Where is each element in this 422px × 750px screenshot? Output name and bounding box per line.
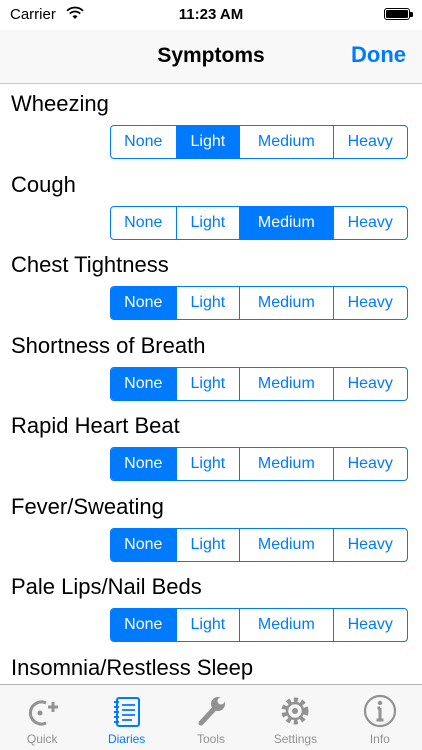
wrench-icon: [198, 697, 226, 726]
severity-option-none[interactable]: None: [111, 287, 176, 319]
severity-option-medium[interactable]: Medium: [239, 609, 332, 641]
severity-segmented-control[interactable]: None Light Medium Heavy: [110, 608, 408, 642]
severity-option-light[interactable]: Light: [175, 448, 240, 480]
severity-option-medium[interactable]: Medium: [239, 528, 332, 561]
tab-info[interactable]: Info: [338, 685, 422, 750]
tab-bar: Quick Diaries Tools Settings Info: [0, 684, 422, 750]
severity-option-heavy[interactable]: Heavy: [332, 448, 407, 480]
symptom-list[interactable]: Wheezing None Light Medium Heavy Cough None Lig…: [0, 84, 422, 684]
symptom-row: Chest Tightness None Light Medium Heavy: [0, 245, 422, 326]
severity-option-medium[interactable]: Medium: [239, 448, 332, 480]
severity-segmented-control[interactable]: None Light Medium Heavy: [110, 125, 408, 159]
tab-label: Settings: [273, 732, 318, 746]
symptom-label: Chest Tightness: [11, 252, 169, 277]
severity-option-none[interactable]: None: [111, 609, 176, 641]
severity-option-light[interactable]: Light: [175, 206, 240, 239]
severity-segmented-control[interactable]: None Light Medium Heavy: [110, 447, 408, 481]
gear-icon: [281, 697, 309, 725]
severity-option-heavy[interactable]: Heavy: [332, 528, 407, 561]
symptom-row: Wheezing None Light Medium Heavy: [0, 84, 422, 165]
tab-label: Diaries: [107, 732, 146, 746]
tab-settings[interactable]: Settings: [253, 685, 337, 750]
severity-option-heavy[interactable]: Heavy: [332, 609, 407, 641]
done-button[interactable]: Done: [351, 42, 406, 68]
tab-diaries[interactable]: Diaries: [84, 685, 168, 750]
severity-segmented-control[interactable]: None Light Medium Heavy: [110, 527, 408, 562]
severity-segmented-control[interactable]: None Light Medium Heavy: [110, 366, 408, 401]
tab-label: Tools: [197, 732, 226, 746]
severity-option-light[interactable]: Light: [175, 609, 240, 641]
severity-option-light[interactable]: Light: [175, 287, 240, 319]
severity-segmented-control[interactable]: None Light Medium Heavy: [110, 205, 408, 240]
severity-option-heavy[interactable]: Heavy: [332, 287, 407, 319]
severity-option-heavy[interactable]: Heavy: [332, 126, 407, 158]
severity-option-none[interactable]: None: [111, 126, 176, 158]
diary-notebook-icon: [113, 697, 140, 727]
severity-option-none[interactable]: None: [111, 367, 176, 400]
severity-option-medium[interactable]: Medium: [239, 206, 333, 239]
severity-option-none[interactable]: None: [111, 448, 176, 480]
severity-segmented-control[interactable]: None Light Medium Heavy: [110, 286, 408, 320]
severity-option-heavy[interactable]: Heavy: [332, 206, 407, 239]
symptom-label: Wheezing: [11, 91, 109, 116]
severity-option-light[interactable]: Light: [175, 126, 240, 158]
navigation-bar: Symptoms Done: [0, 30, 422, 84]
symptom-row: Pale Lips/Nail Beds None Light Medium Heavy: [0, 567, 422, 648]
symptom-row: Cough None Light Medium Heavy: [0, 165, 422, 246]
symptom-label: Fever/Sweating: [11, 493, 164, 519]
severity-option-medium[interactable]: Medium: [239, 367, 332, 400]
severity-option-none[interactable]: None: [111, 207, 176, 239]
severity-option-light[interactable]: Light: [175, 528, 240, 561]
symptom-row: Rapid Heart Beat None Light Medium Heavy: [0, 406, 422, 487]
symptom-row: Shortness of Breath None Light Medium Heavy: [0, 326, 422, 407]
severity-option-none[interactable]: None: [111, 528, 176, 561]
status-bar: Carrier 11:23 AM: [0, 0, 422, 30]
symptom-label: Cough: [11, 171, 76, 197]
symptom-label: Rapid Heart Beat: [11, 413, 180, 438]
severity-option-medium[interactable]: Medium: [239, 126, 332, 158]
severity-option-medium[interactable]: Medium: [239, 287, 332, 319]
severity-option-light[interactable]: Light: [175, 367, 240, 400]
info-icon: [363, 694, 396, 728]
symptom-row: Insomnia/Restless SleepNoneLightMediumHe…: [0, 648, 422, 685]
quick-add-icon: [29, 700, 59, 726]
tab-label: Info: [369, 732, 390, 746]
symptom-label: Pale Lips/Nail Beds: [11, 574, 202, 599]
symptom-row: Fever/Sweating None Light Medium Heavy: [0, 487, 422, 568]
symptom-label: Shortness of Breath: [11, 332, 206, 358]
battery-icon: [384, 8, 413, 20]
tab-quick[interactable]: Quick: [0, 685, 84, 750]
symptom-label: Insomnia/Restless Sleep: [11, 654, 254, 680]
tab-label: Quick: [26, 732, 58, 746]
tab-tools[interactable]: Tools: [169, 685, 253, 750]
status-time: 11:23 AM: [178, 6, 244, 23]
severity-option-heavy[interactable]: Heavy: [332, 367, 407, 400]
